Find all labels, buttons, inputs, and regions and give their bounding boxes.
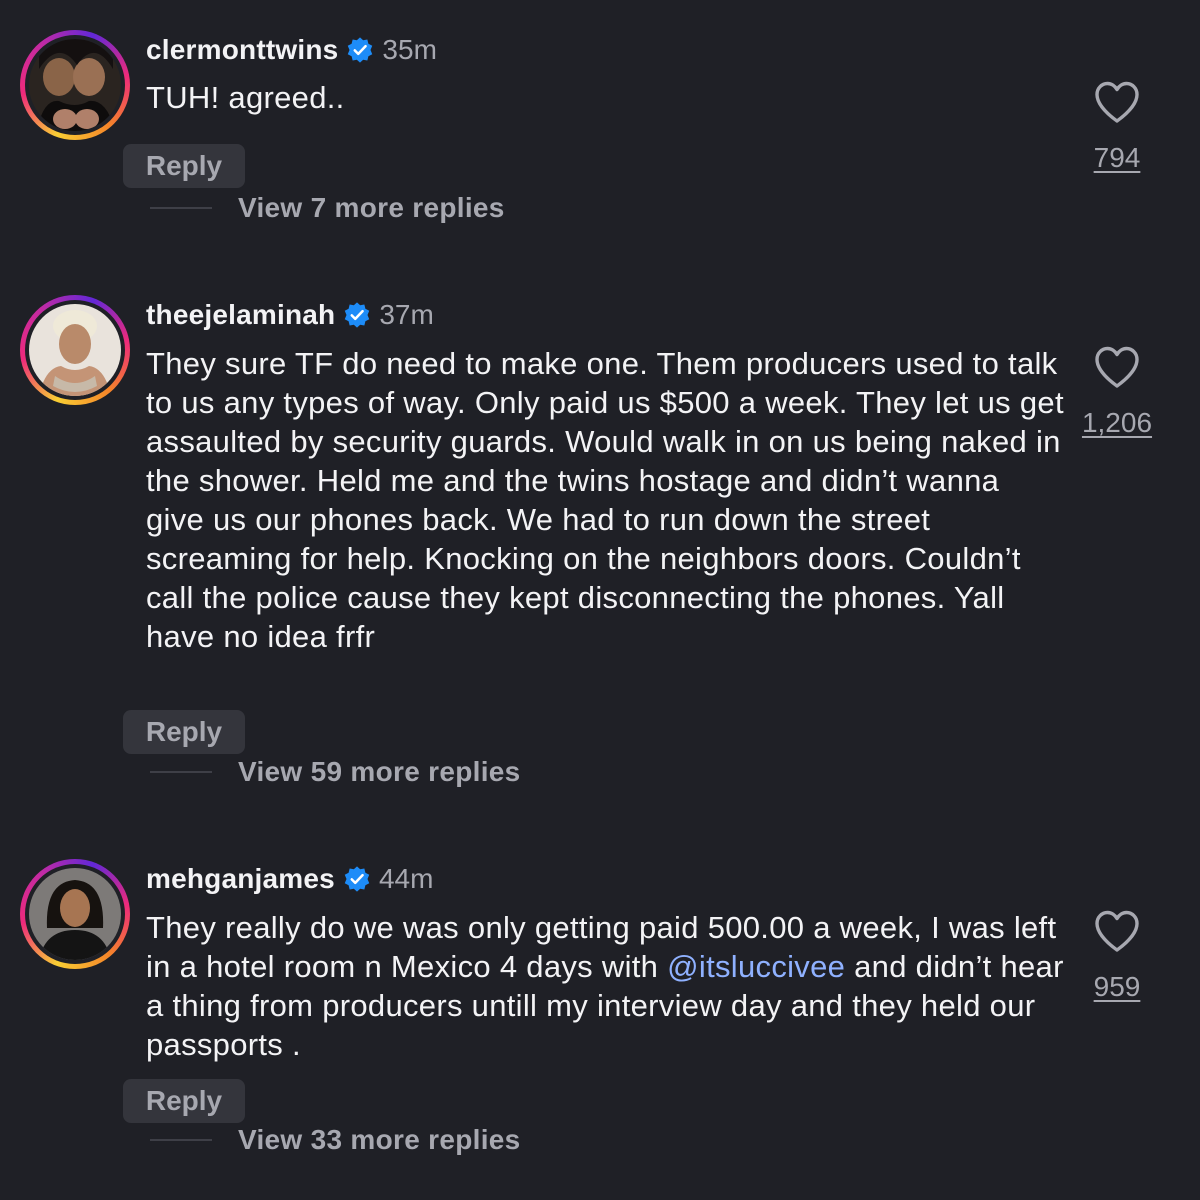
verified-badge-icon [345, 302, 370, 328]
timestamp: 37m [379, 299, 434, 330]
avatar [29, 39, 121, 131]
reply-button[interactable]: Reply [123, 710, 245, 754]
avatar [29, 868, 121, 960]
mention-link[interactable]: @itsluccivee [667, 949, 845, 984]
comment-text: TUH! agreed.. [146, 80, 345, 115]
heart-icon[interactable] [1093, 80, 1141, 124]
heart-icon[interactable] [1093, 909, 1141, 953]
username[interactable]: clermonttwins [146, 34, 338, 66]
like-column: 794 [1072, 80, 1162, 174]
reply-button[interactable]: Reply [123, 144, 245, 188]
avatar [29, 304, 121, 396]
heart-icon[interactable] [1093, 345, 1141, 389]
comment-header: mehganjames 44m [146, 859, 433, 899]
view-replies-button[interactable]: View 7 more replies [150, 190, 505, 226]
view-replies-label: View 59 more replies [238, 756, 521, 787]
comment-text: They really do we was only getting paid … [146, 908, 1066, 1064]
comment-header: clermonttwins 35m [146, 30, 437, 70]
view-replies-label: View 7 more replies [238, 192, 505, 223]
like-column: 1,206 [1072, 345, 1162, 439]
view-replies-button[interactable]: View 33 more replies [150, 1122, 521, 1158]
like-count[interactable]: 1,206 [1082, 407, 1152, 439]
avatar-story-ring[interactable] [20, 859, 130, 969]
timestamp: 35m [382, 34, 437, 65]
timestamp: 44m [378, 863, 434, 894]
comment-text: They sure TF do need to make one. Them p… [146, 346, 1064, 654]
avatar-story-ring[interactable] [20, 30, 130, 140]
thread-line [150, 207, 212, 209]
verified-badge-icon [344, 866, 370, 892]
like-count[interactable]: 794 [1094, 142, 1141, 174]
reply-button[interactable]: Reply [123, 1079, 245, 1123]
username[interactable]: theejelaminah [146, 299, 335, 331]
view-replies-label: View 33 more replies [238, 1124, 521, 1155]
comment-header: theejelaminah 37m [146, 295, 434, 335]
avatar-story-ring[interactable] [20, 295, 130, 405]
thread-line [150, 771, 212, 773]
like-count[interactable]: 959 [1094, 971, 1141, 1003]
like-column: 959 [1072, 909, 1162, 1003]
view-replies-button[interactable]: View 59 more replies [150, 754, 521, 790]
verified-badge-icon [348, 37, 373, 63]
thread-line [150, 1139, 212, 1141]
username[interactable]: mehganjames [146, 863, 335, 895]
